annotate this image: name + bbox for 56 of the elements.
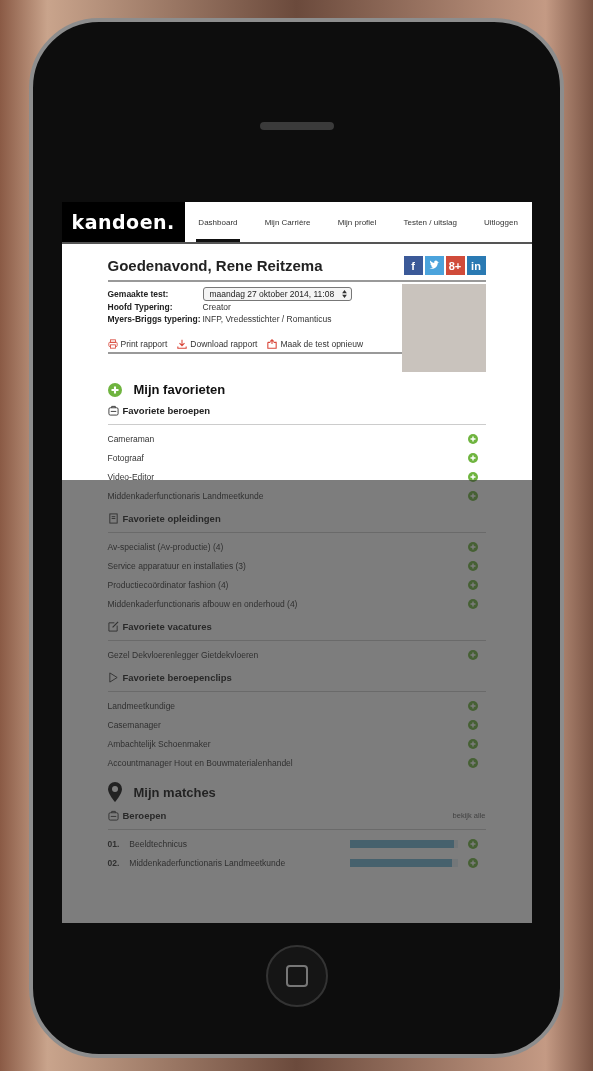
briefcase-icon	[107, 405, 119, 416]
list-item-link[interactable]: Service apparatuur en installaties (3)	[107, 560, 246, 571]
rank-number: 02.	[107, 857, 120, 868]
subsection-title: Favoriete beroepen	[122, 405, 211, 416]
test-date-select[interactable]: maandag 27 oktober 2014, 11:08	[202, 287, 353, 301]
section-title: Mijn matches	[133, 784, 216, 800]
list-item-link[interactable]: Video-Editor	[107, 471, 155, 482]
nav-tab[interactable]: Mijn profiel	[335, 205, 379, 242]
rank-number: 01.	[107, 838, 120, 849]
field-label: Myers-Briggs typering:	[107, 313, 202, 325]
list-item-link[interactable]: Middenkaderfunctionaris afbouw en onderhoud (4)	[107, 598, 298, 609]
list-item-link[interactable]: Gezel Dekvloerenlegger Gietdekvloeren	[107, 649, 259, 660]
list-item-link[interactable]: Fotograaf	[107, 452, 144, 463]
action-link[interactable]: Maak de test opnieuw	[267, 339, 364, 349]
field-label: Gemaakte test:	[107, 288, 170, 300]
list-item-link[interactable]: Middenkaderfunctionaris Landmeetkunde	[107, 490, 264, 501]
match-name-link[interactable]: Middenkaderfunctionaris Landmeetkunde	[129, 857, 340, 868]
map-pin-icon	[107, 782, 122, 802]
list-item-link[interactable]: Casemanager	[107, 719, 161, 730]
section-title: Mijn favorieten	[133, 382, 226, 397]
subsection-title: Favoriete vacatures	[122, 621, 212, 632]
edit-icon	[107, 621, 119, 632]
subsection-title: Favoriete opleidingen	[122, 513, 221, 524]
briefcase-icon	[107, 810, 119, 821]
list-item-link[interactable]: Productiecoördinator fashion (4)	[107, 579, 229, 590]
list-item-link[interactable]: Accountmanager Hout en Bouwmaterialenhandel	[107, 757, 293, 768]
subsection-title: Favoriete beroepenclips	[122, 672, 232, 683]
match-name-link[interactable]: Beeldtechnicus	[129, 838, 340, 849]
social-share-button[interactable]: f	[403, 256, 423, 275]
field-label: Hoofd Typering:	[107, 301, 174, 313]
plus-circle-icon	[107, 382, 122, 397]
social-share-button[interactable]: 8+	[445, 256, 465, 275]
play-icon	[107, 672, 119, 683]
action-link[interactable]: Download rapport	[177, 339, 258, 349]
twitter-bird-icon[interactable]	[424, 256, 444, 275]
action-link[interactable]: Print rapport	[107, 339, 168, 349]
greeting-title: Goedenavond, Rene Reitzema	[107, 257, 323, 274]
nav-tab[interactable]: Mijn Carrière	[262, 205, 313, 242]
list-item-link[interactable]: Landmeetkundige	[107, 700, 176, 711]
subsection-title: Beroepen	[122, 810, 167, 821]
site-logo[interactable]: kandoen.	[61, 202, 185, 242]
updown-caret-icon	[342, 290, 348, 298]
download-icon	[177, 339, 188, 349]
nav-tab[interactable]: Testen / uitslag	[401, 205, 459, 242]
field-value: Creator	[202, 301, 231, 313]
list-item-link[interactable]: Cameraman	[107, 433, 155, 444]
printer-icon	[107, 339, 118, 349]
nav-tab[interactable]: Dashboard	[196, 205, 240, 242]
list-item-link[interactable]: Ambachtelijk Schoenmaker	[107, 738, 211, 749]
list-item-link[interactable]: Av-specialist (Av-productie) (4)	[107, 541, 224, 552]
social-share-button[interactable]: in	[466, 256, 486, 275]
nav-tab[interactable]: Uitloggen	[482, 205, 520, 242]
plus-circle-icon[interactable]	[467, 471, 478, 482]
box-arrow-icon	[267, 339, 278, 349]
book-icon	[107, 513, 119, 524]
field-value: INFP, Vredesstichter / Romanticus	[202, 313, 332, 325]
